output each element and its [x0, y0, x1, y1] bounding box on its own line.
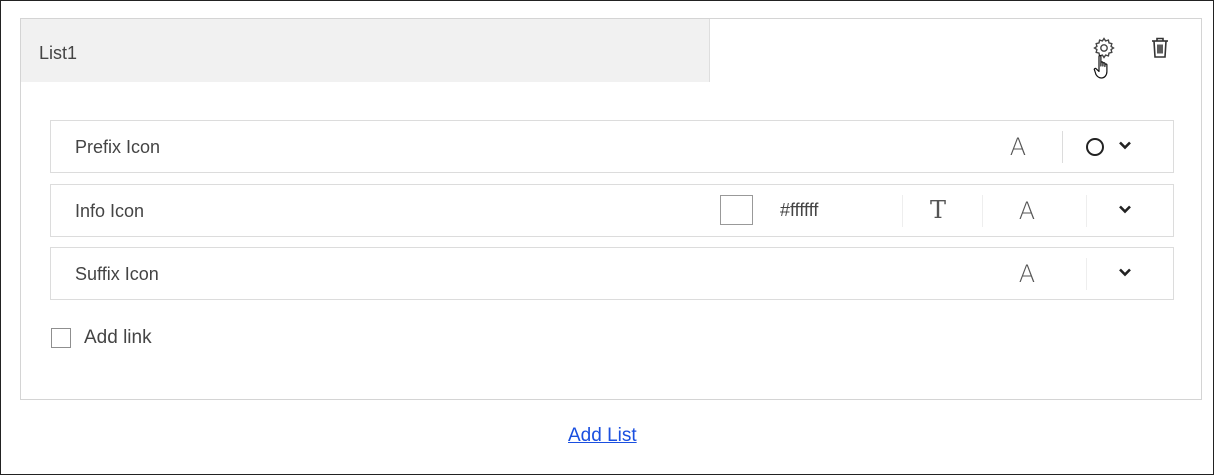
trash-icon[interactable]	[1147, 35, 1173, 61]
info-icon-label: Info Icon	[75, 201, 145, 221]
chevron-down-icon[interactable]	[1118, 138, 1132, 152]
divider	[982, 195, 983, 227]
suffix-icon-row: Suffix Icon A	[50, 247, 1174, 300]
list-panel: List1 Prefix Icon A Info Icon #ffffff T …	[20, 18, 1202, 400]
suffix-icon-label: Suffix Icon	[75, 264, 159, 284]
list-title: List1	[39, 43, 78, 63]
divider	[1062, 131, 1063, 163]
prefix-icon-label: Prefix Icon	[75, 137, 161, 157]
gear-icon[interactable]	[1091, 35, 1117, 61]
text-style-icon[interactable]: T	[920, 196, 956, 224]
font-style-icon[interactable]: A	[1007, 197, 1047, 225]
divider	[1086, 258, 1087, 290]
add-link-option[interactable]: Add link	[51, 327, 152, 349]
info-icon-row: Info Icon #ffffff T A	[50, 184, 1174, 237]
add-link-label: Add link	[84, 327, 152, 348]
font-style-icon[interactable]: A	[998, 133, 1038, 161]
circle-icon[interactable]	[1086, 138, 1104, 156]
font-style-icon[interactable]: A	[1007, 260, 1047, 288]
chevron-down-icon[interactable]	[1118, 202, 1132, 216]
chevron-down-icon[interactable]	[1118, 265, 1132, 279]
list-header: List1	[21, 19, 710, 82]
add-list-link[interactable]: Add List	[568, 425, 637, 447]
divider	[902, 195, 903, 227]
color-hex-value[interactable]: #ffffff	[780, 200, 818, 221]
divider	[1086, 195, 1087, 227]
color-swatch[interactable]	[720, 195, 753, 225]
add-link-checkbox[interactable]	[51, 328, 71, 348]
prefix-icon-row: Prefix Icon A	[50, 120, 1174, 173]
